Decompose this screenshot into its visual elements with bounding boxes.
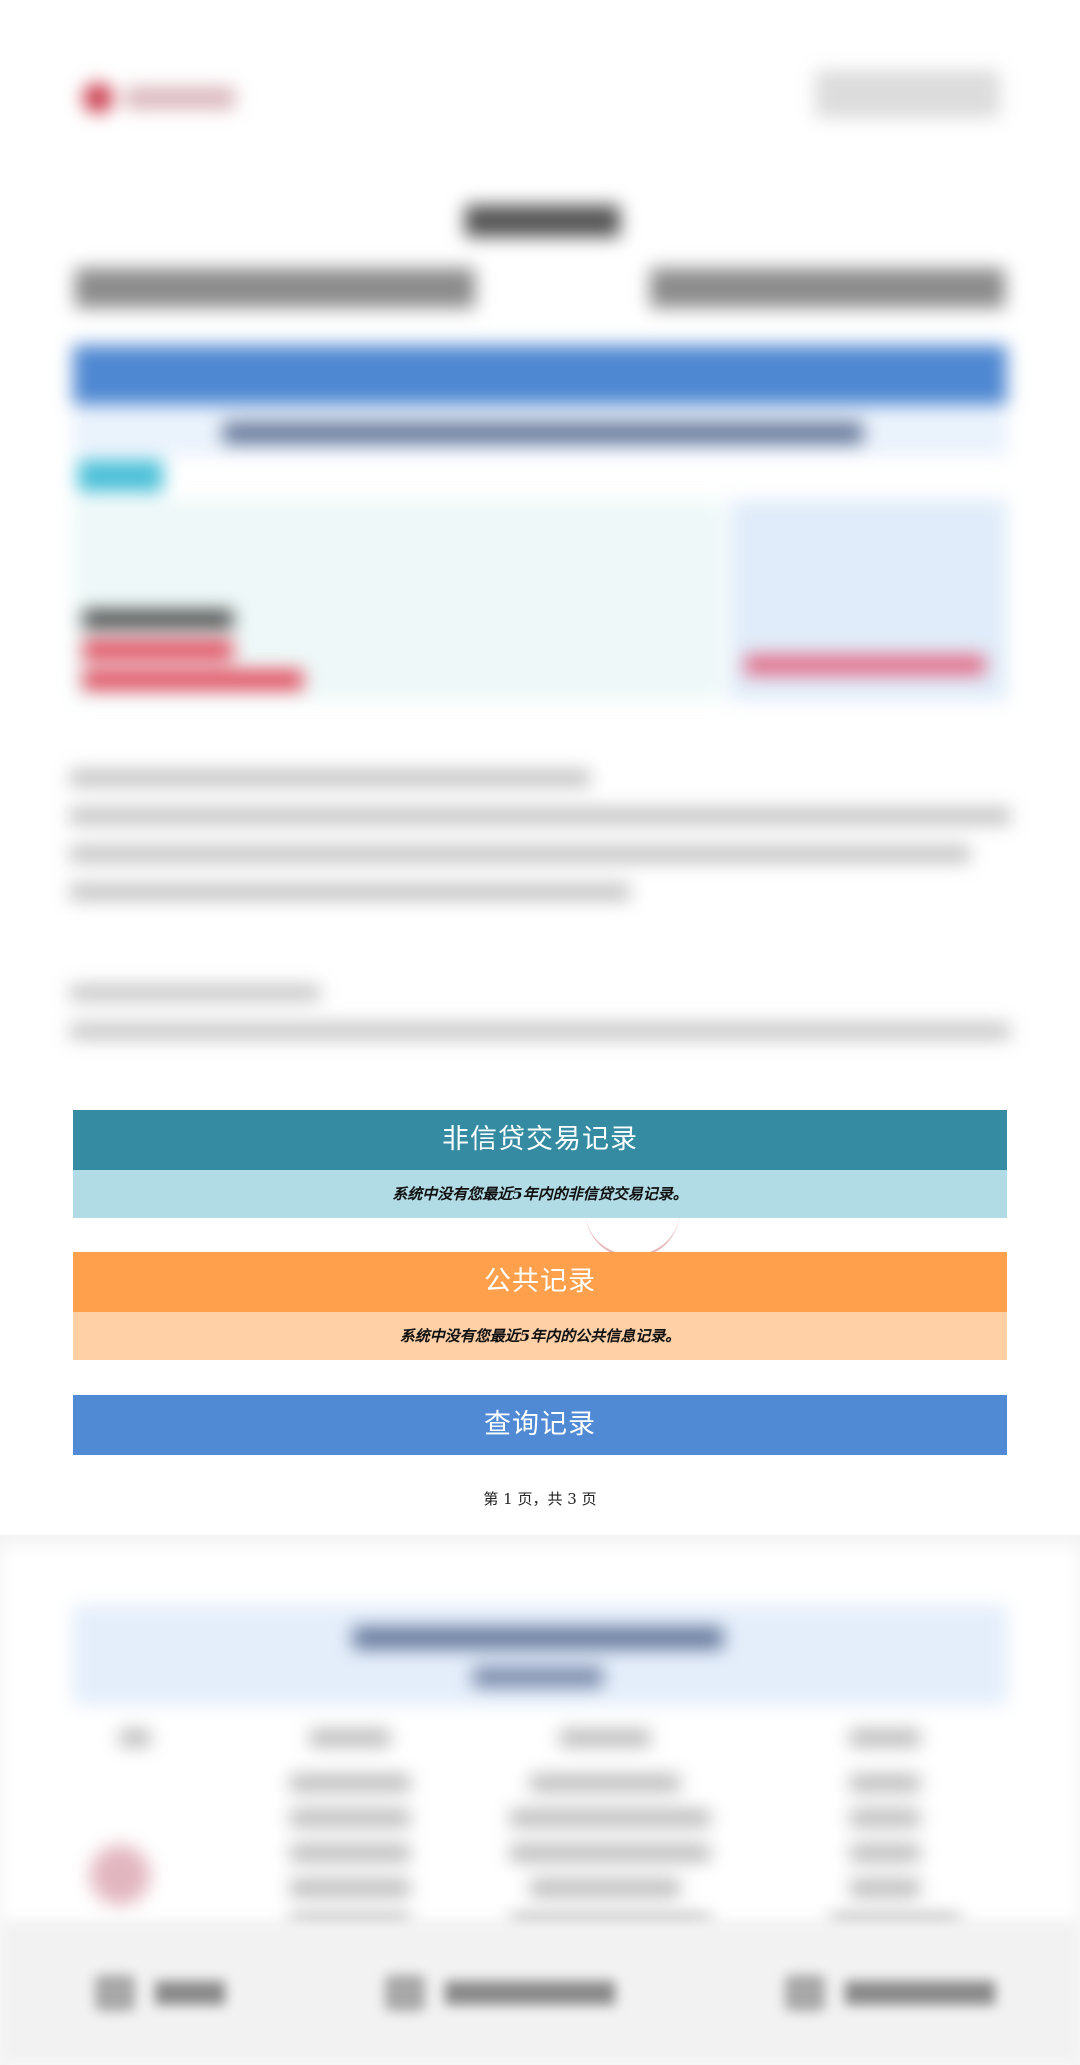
public-records-section-message: 系统中没有您最近5年内的公共信息记录。 (73, 1312, 1007, 1360)
summary-table (73, 500, 723, 700)
report-meta-right (650, 268, 1005, 308)
public-records-section-title: 公共记录 (73, 1252, 1007, 1312)
table-row (110, 1775, 950, 1791)
non-credit-section: 非信贷交易记录 系统中没有您最近5年内的非信贷交易记录。 (73, 1110, 1007, 1218)
table-row (110, 1845, 950, 1861)
summary-paragraph (70, 770, 1010, 920)
query-records-section-title: 查询记录 (73, 1395, 1007, 1455)
detail-paragraph (70, 985, 1010, 1065)
blurred-report-content (0, 0, 1080, 1110)
report-title (465, 205, 620, 237)
document-page-1: 非信贷交易记录 系统中没有您最近5年内的非信贷交易记录。 公共记录 系统中没有您… (0, 0, 1080, 1535)
public-records-section: 公共记录 系统中没有您最近5年内的公共信息记录。 (73, 1252, 1007, 1360)
bottom-toolbar (0, 1920, 1080, 2065)
query-records-section: 查询记录 (73, 1395, 1007, 1455)
table-row (110, 1810, 950, 1826)
table-row (110, 1730, 950, 1746)
bank-logo (75, 75, 245, 120)
non-credit-section-message: 系统中没有您最近5年内的非信贷交易记录。 (73, 1170, 1007, 1218)
home-icon (95, 1975, 135, 2011)
document-icon (385, 1975, 425, 2011)
summary-header (73, 345, 1007, 405)
share-icon (785, 1975, 825, 2011)
summary-subheader (73, 410, 1007, 455)
summary-tag (78, 460, 163, 492)
seal-stamp (90, 1845, 150, 1905)
table-row (110, 1880, 950, 1896)
summary-side-panel (730, 500, 1007, 700)
report-meta-left (75, 268, 475, 308)
non-credit-section-title: 非信贷交易记录 (73, 1110, 1007, 1170)
page-indicator: 第 1 页，共 3 页 (483, 1490, 597, 1508)
query-records-header (73, 1605, 1007, 1705)
report-number-box (815, 70, 1000, 118)
